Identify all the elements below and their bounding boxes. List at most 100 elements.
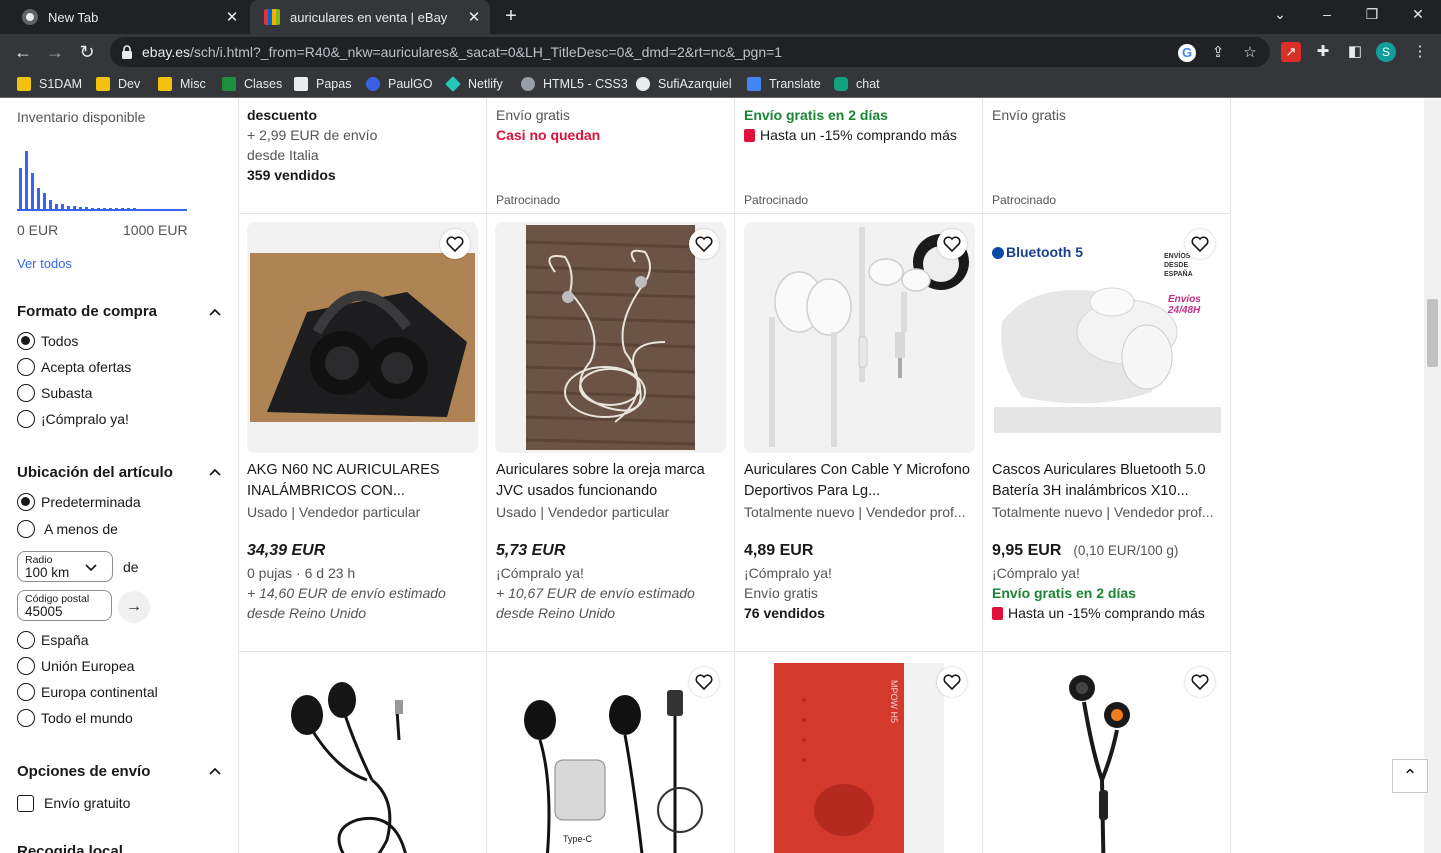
tab-ebay[interactable]: auriculares en venta | eBay ✕	[250, 0, 490, 34]
radius-select[interactable]: Radio 100 km	[17, 551, 113, 582]
side-panel-icon[interactable]: ◧	[1345, 42, 1365, 62]
page-scrollbar[interactable]	[1424, 99, 1441, 853]
format-option-offers[interactable]: Acepta ofertas	[17, 357, 131, 377]
watchlist-heart-icon[interactable]	[689, 667, 719, 697]
share-icon[interactable]: ⇪	[1209, 44, 1227, 62]
bookmark-dev[interactable]: Dev	[96, 75, 140, 93]
bookmark-translate[interactable]: Translate	[747, 75, 821, 93]
address-bar[interactable]: ebay.es/sch/i.html?_from=R40&_nkw=auricu…	[110, 37, 1270, 67]
item-title[interactable]: Cascos Auriculares Bluetooth 5.0 Batería…	[992, 460, 1222, 502]
chevron-up-icon[interactable]	[208, 307, 222, 317]
more-menu-icon[interactable]: ⋮	[1410, 42, 1430, 62]
tab-search-icon[interactable]: ⌄	[1270, 6, 1290, 23]
close-window-button[interactable]: ✕	[1408, 6, 1428, 23]
location-heading[interactable]: Ubicación del artículo	[17, 464, 173, 481]
bookmark-sufiazarquiel[interactable]: SufiAzarquiel	[636, 75, 732, 93]
location-option-within[interactable]: A menos de	[17, 519, 118, 539]
bookmark-chat[interactable]: chat	[834, 75, 880, 93]
location-option-default[interactable]: Predeterminada	[17, 492, 141, 512]
restore-button[interactable]: ❐	[1362, 6, 1382, 23]
item-image[interactable]: MPOW H5	[744, 660, 975, 853]
bookmark-html5[interactable]: HTML5 - CSS3	[521, 75, 628, 93]
profile-avatar[interactable]: S	[1376, 42, 1396, 62]
location-option-eu[interactable]: Unión Europea	[17, 656, 134, 676]
item-image[interactable]	[247, 222, 478, 453]
bookmark-paulgo[interactable]: PaulGO	[366, 75, 432, 93]
location-option-world[interactable]: Todo el mundo	[17, 708, 133, 728]
local-pickup-heading[interactable]: Recogida local	[17, 843, 123, 853]
radio-selected[interactable]	[17, 332, 35, 350]
price-range-max: 1000 EUR	[123, 222, 188, 238]
item-image[interactable]	[247, 660, 478, 853]
radio[interactable]	[17, 657, 35, 675]
chevron-down-icon	[85, 564, 97, 572]
radio[interactable]	[17, 410, 35, 428]
radio[interactable]	[17, 384, 35, 402]
bookmark-netlify[interactable]: Netlify	[445, 75, 503, 93]
folder-icon	[17, 77, 31, 91]
item-title[interactable]: AKG N60 NC AURICULARES INALÁMBRICOS CON.…	[247, 460, 477, 502]
histogram-bar	[103, 208, 106, 209]
radio[interactable]	[17, 520, 35, 538]
checkbox[interactable]	[17, 794, 34, 812]
discount-tag-icon	[992, 607, 1003, 620]
bookmark-s1dam[interactable]: S1DAM	[17, 75, 82, 93]
chevron-up-icon[interactable]	[208, 766, 222, 776]
apply-location-arrow-icon[interactable]: →	[118, 591, 150, 623]
sponsored-label: Patrocinado	[496, 193, 561, 207]
bookmark-star-icon[interactable]: ☆	[1241, 44, 1259, 62]
bookmark-misc[interactable]: Misc	[158, 75, 206, 93]
radio[interactable]	[17, 683, 35, 701]
chevron-up-icon[interactable]	[208, 467, 222, 477]
histogram-bar	[19, 168, 22, 209]
format-option-buy-now[interactable]: ¡Cómpralo ya!	[17, 409, 129, 429]
close-tab-icon[interactable]: ✕	[222, 8, 242, 26]
histogram-axis	[17, 209, 187, 211]
bookmarks-bar: S1DAM Dev Misc Clases Papas PaulGO Netli…	[0, 70, 1441, 98]
back-to-top-button[interactable]: ⌃	[1392, 759, 1428, 793]
histogram-bar	[73, 206, 76, 209]
back-button[interactable]: ←	[12, 41, 34, 63]
card-text: + 2,99 EUR de envío	[247, 127, 378, 143]
extension-red-icon[interactable]: ↗	[1281, 42, 1301, 62]
location-option-spain[interactable]: España	[17, 630, 88, 650]
bookmark-clases[interactable]: Clases	[222, 75, 282, 93]
item-image[interactable]: Type-C	[495, 660, 726, 853]
watchlist-heart-icon[interactable]	[440, 229, 470, 259]
item-title[interactable]: Auriculares sobre la oreja marca JVC usa…	[496, 460, 726, 502]
location-option-continental[interactable]: Europa continental	[17, 682, 158, 702]
google-icon[interactable]: G	[1178, 44, 1196, 62]
minimize-button[interactable]: –	[1317, 6, 1337, 22]
item-image[interactable]: Bluetooth 5 ENVÍOS DESDE ESPAÑA Envíos 2…	[992, 222, 1223, 453]
format-heading[interactable]: Formato de compra	[17, 303, 157, 320]
format-option-todos[interactable]: Todos	[17, 331, 78, 351]
item-image[interactable]	[495, 222, 726, 453]
postal-code-input[interactable]: Código postal 45005	[17, 590, 112, 621]
reload-button[interactable]: ↻	[76, 41, 98, 63]
item-buy-now: ¡Cómpralo ya!	[496, 565, 584, 581]
watchlist-heart-icon[interactable]	[689, 229, 719, 259]
watchlist-heart-icon[interactable]	[937, 667, 967, 697]
item-image[interactable]	[744, 222, 975, 453]
format-option-auction[interactable]: Subasta	[17, 383, 92, 403]
forward-button[interactable]: →	[44, 41, 66, 63]
new-tab-button[interactable]: +	[500, 5, 522, 27]
radio[interactable]	[17, 358, 35, 376]
extensions-puzzle-icon[interactable]: ✚	[1313, 42, 1333, 62]
item-image[interactable]	[992, 660, 1223, 853]
watchlist-heart-icon[interactable]	[1185, 667, 1215, 697]
scrollbar-thumb[interactable]	[1427, 299, 1438, 367]
watchlist-heart-icon[interactable]	[1185, 229, 1215, 259]
radio[interactable]	[17, 631, 35, 649]
see-all-link[interactable]: Ver todos	[17, 256, 72, 271]
close-tab-icon[interactable]: ✕	[464, 8, 484, 26]
radio[interactable]	[17, 709, 35, 727]
watchlist-heart-icon[interactable]	[937, 229, 967, 259]
tab-new-tab[interactable]: New Tab ✕	[8, 0, 248, 34]
item-title[interactable]: Auriculares Con Cable Y Microfono Deport…	[744, 460, 974, 502]
radio-selected[interactable]	[17, 493, 35, 511]
card-text: descuento	[247, 107, 318, 123]
shipping-heading[interactable]: Opciones de envío	[17, 763, 150, 780]
free-shipping-option[interactable]: Envío gratuito	[17, 793, 130, 813]
bookmark-papas[interactable]: Papas	[294, 75, 351, 93]
